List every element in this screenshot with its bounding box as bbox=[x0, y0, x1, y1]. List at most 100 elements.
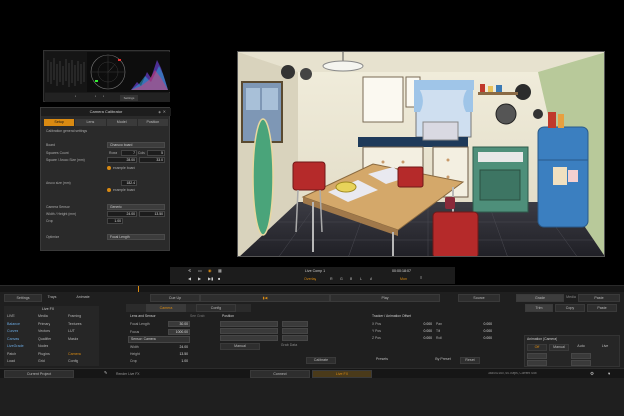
position-x-field[interactable] bbox=[220, 321, 278, 327]
tab-config[interactable]: Config bbox=[196, 304, 236, 312]
anim-off-button[interactable]: Off bbox=[527, 344, 547, 351]
width-value[interactable]: 24.00 bbox=[168, 345, 189, 349]
library-item-curves[interactable]: Curves bbox=[7, 329, 18, 333]
timeline-ruler[interactable] bbox=[0, 285, 624, 293]
position-pan-field[interactable] bbox=[282, 321, 308, 327]
cols-input[interactable]: 5 bbox=[147, 150, 165, 156]
source-button[interactable]: Source bbox=[458, 294, 500, 302]
position-roll-field[interactable] bbox=[282, 335, 308, 341]
library-item-nodes[interactable]: Nodes bbox=[38, 344, 48, 348]
tilt-value[interactable]: 0.000 bbox=[470, 329, 493, 333]
roll-value[interactable]: 0.000 bbox=[470, 336, 493, 340]
library-item-lut[interactable]: LUT bbox=[68, 329, 75, 333]
library-item-media[interactable]: Media bbox=[38, 314, 48, 318]
library-item-masks[interactable]: Masks bbox=[68, 337, 78, 341]
scope-marker-icon[interactable]: ▪ bbox=[75, 95, 79, 99]
channel-a[interactable]: A bbox=[370, 277, 372, 281]
library-item-live[interactable]: LIVE bbox=[7, 314, 15, 318]
grade-button[interactable]: Grade bbox=[516, 294, 564, 302]
scope-marker-icon[interactable]: ▪ bbox=[103, 95, 104, 99]
zpos-value[interactable]: 0.000 bbox=[410, 336, 433, 340]
library-item-livegrade[interactable]: LiveGrade bbox=[7, 344, 24, 348]
anim-field-1[interactable] bbox=[527, 353, 547, 359]
media-button[interactable]: Media bbox=[566, 294, 576, 302]
position-tilt-field[interactable] bbox=[282, 328, 308, 334]
scopes-settings-dropdown[interactable]: Settings bbox=[120, 94, 138, 101]
library-item-qualifier[interactable]: Qualifier bbox=[38, 337, 51, 341]
anim-field-2[interactable] bbox=[571, 353, 591, 359]
manual-button[interactable]: Manual bbox=[220, 343, 260, 350]
library-item-camera[interactable]: Camera bbox=[68, 352, 81, 356]
camera-sensor-dropdown[interactable]: Generic bbox=[107, 204, 165, 210]
anim-live-button[interactable]: Live bbox=[593, 344, 617, 351]
board-dropdown[interactable]: Charuco board bbox=[107, 142, 165, 148]
crop-param-value[interactable]: 1.00 bbox=[168, 359, 188, 363]
current-project-button[interactable]: Current Project bbox=[4, 370, 74, 378]
xpos-value[interactable]: 0.000 bbox=[410, 322, 433, 326]
position-z-field[interactable] bbox=[220, 335, 278, 341]
cue-up-button[interactable]: Cue Up bbox=[150, 294, 200, 302]
reset-button[interactable]: Reset bbox=[460, 357, 480, 364]
channel-r[interactable]: R bbox=[330, 277, 333, 281]
library-item-primary[interactable]: Primary bbox=[38, 322, 50, 326]
calibrate-button[interactable]: Calibrate bbox=[306, 357, 336, 364]
library-item-config[interactable]: Config bbox=[68, 359, 78, 363]
library-item-load[interactable]: Load bbox=[7, 359, 15, 363]
library-item-patch[interactable]: Patch bbox=[7, 352, 16, 356]
channel-g[interactable]: G bbox=[340, 277, 343, 281]
menu-icon[interactable]: ≡ bbox=[420, 276, 422, 281]
example-board-radio[interactable] bbox=[107, 166, 111, 170]
paste-button[interactable]: Paste bbox=[587, 304, 617, 312]
connect-button[interactable]: Connect bbox=[250, 370, 310, 378]
close-icon[interactable]: ✕ bbox=[163, 110, 166, 115]
wrench-icon[interactable]: ✎ bbox=[104, 371, 107, 376]
channel-b[interactable]: B bbox=[350, 277, 352, 281]
stop-icon[interactable]: ■ bbox=[218, 277, 220, 282]
library-item-grid[interactable]: Grid bbox=[38, 359, 45, 363]
copy-button[interactable]: Copy bbox=[555, 304, 585, 312]
camera-icon[interactable]: ◉ bbox=[208, 269, 212, 274]
library-item-canvas[interactable]: Canvas bbox=[7, 337, 19, 341]
loop-icon[interactable]: ⟲ bbox=[188, 269, 191, 274]
library-item-balance[interactable]: Balance bbox=[7, 322, 20, 326]
monitor-toggle[interactable]: Mon bbox=[400, 277, 407, 281]
pin-icon[interactable]: ◈ bbox=[158, 110, 161, 114]
sensor-height-input[interactable]: 13.50 bbox=[139, 211, 165, 217]
step-back-button[interactable]: ▮◀ bbox=[200, 294, 330, 302]
anim-auto-button[interactable]: Auto bbox=[571, 344, 591, 351]
library-item-textures[interactable]: Textures bbox=[68, 322, 82, 326]
anim-field-4[interactable] bbox=[571, 360, 591, 366]
position-y-field[interactable] bbox=[220, 328, 278, 334]
play-button[interactable]: Play bbox=[330, 294, 440, 302]
aruco-size-input[interactable]: 33.0 bbox=[139, 157, 165, 163]
tab-position[interactable]: Position bbox=[137, 119, 168, 126]
lens-grab[interactable]: See Grab bbox=[190, 314, 205, 318]
library-item-plugins[interactable]: Plugins bbox=[38, 352, 50, 356]
animate-button[interactable]: Animate bbox=[66, 294, 100, 302]
ypos-value[interactable]: 0.000 bbox=[410, 329, 433, 333]
next-frame-icon[interactable]: ▶▮ bbox=[208, 277, 213, 282]
trays-button[interactable]: Trays bbox=[36, 294, 68, 302]
grid-icon[interactable]: ▦ bbox=[218, 269, 222, 274]
library-item-vectors[interactable]: Vectors bbox=[38, 329, 50, 333]
grab-data-button[interactable]: Grab Data bbox=[270, 343, 308, 350]
presets-button[interactable]: Presets bbox=[368, 357, 396, 364]
live-fx-button[interactable]: Live FX bbox=[312, 370, 372, 378]
tab-setup[interactable]: Setup bbox=[44, 119, 75, 126]
anim-field-3[interactable] bbox=[527, 360, 547, 366]
trim-button[interactable]: Trim bbox=[525, 304, 553, 312]
gear-icon[interactable]: ⚙ bbox=[590, 371, 594, 376]
aruco-size-field[interactable]: 182.4 bbox=[121, 180, 137, 186]
tab-camera[interactable]: Camera bbox=[146, 304, 186, 312]
safe-area-icon[interactable]: ▭ bbox=[198, 269, 202, 274]
optimize-dropdown[interactable]: Focal Length bbox=[107, 234, 165, 240]
scope-marker-icon[interactable]: ▪ bbox=[95, 95, 96, 99]
height-value[interactable]: 13.50 bbox=[168, 352, 189, 356]
paste-top-button[interactable]: Paste bbox=[578, 294, 620, 302]
square-size-input[interactable]: 28.00 bbox=[107, 157, 137, 163]
crop-input[interactable]: 1.00 bbox=[107, 218, 123, 224]
play-icon[interactable]: ▶ bbox=[198, 277, 201, 282]
previous-frame-icon[interactable]: ◀ bbox=[188, 277, 191, 282]
by-preset-button[interactable]: By Preset bbox=[430, 357, 456, 364]
pan-value[interactable]: 0.000 bbox=[470, 322, 493, 326]
